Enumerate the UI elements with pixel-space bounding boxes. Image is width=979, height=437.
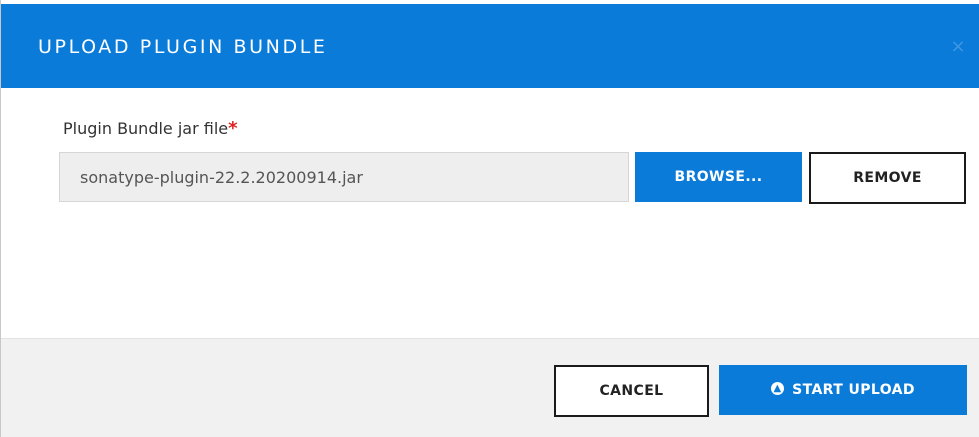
upload-plugin-bundle-dialog: UPLOAD PLUGIN BUNDLE × Plugin Bundle jar… — [0, 0, 979, 437]
remove-button[interactable]: REMOVE — [809, 152, 966, 204]
start-upload-label: START UPLOAD — [792, 382, 915, 398]
field-label-text: Plugin Bundle jar file — [63, 119, 229, 138]
required-asterisk: * — [228, 118, 238, 139]
cancel-button[interactable]: CANCEL — [554, 365, 709, 417]
dialog-header: UPLOAD PLUGIN BUNDLE × — [1, 4, 979, 88]
dialog-title: UPLOAD PLUGIN BUNDLE — [38, 36, 328, 58]
plugin-bundle-field-label: Plugin Bundle jar file* — [63, 118, 238, 140]
arrow-up-circle-icon: ▲ — [771, 381, 785, 395]
start-upload-button[interactable]: ▲ START UPLOAD — [719, 365, 967, 415]
plugin-bundle-file-input[interactable] — [59, 152, 629, 202]
dialog-footer: CANCEL ▲ START UPLOAD — [1, 338, 979, 437]
close-icon[interactable]: × — [949, 38, 967, 56]
browse-button[interactable]: BROWSE... — [635, 152, 802, 202]
